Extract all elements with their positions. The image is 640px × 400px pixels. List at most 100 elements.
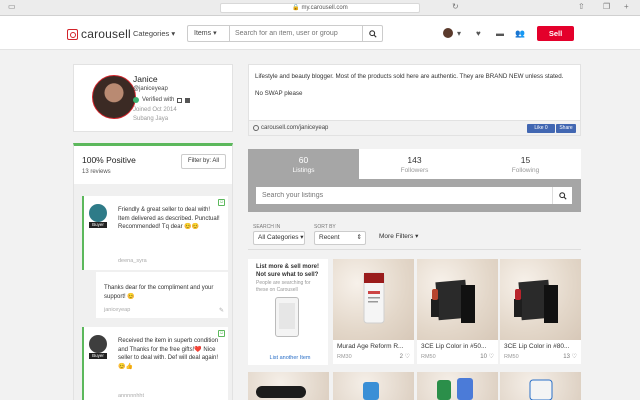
sidebar-toggle-icon[interactable]: ▭ — [8, 2, 16, 11]
listing-image[interactable] — [417, 259, 498, 340]
listing-likes[interactable]: 10 ♡ — [480, 353, 494, 360]
sort-label: SORT BY — [314, 224, 336, 230]
listing-search-input[interactable] — [256, 187, 552, 204]
search-scope-label: Items — [194, 30, 212, 37]
reload-icon[interactable]: ↻ — [452, 2, 459, 11]
tab-listings[interactable]: 60 Listings — [248, 149, 359, 179]
more-filters-button[interactable]: More Filters ▾ — [375, 231, 422, 245]
description-text: Lifestyle and beauty blogger. Most of th… — [255, 72, 575, 98]
search-button[interactable] — [362, 26, 382, 41]
listing-search-bar — [248, 179, 581, 212]
categories-dropdown[interactable]: Categories ▾ — [133, 29, 175, 38]
likes-count: 10 — [480, 354, 487, 360]
promo-title: List more & sell more! Not sure what to … — [256, 264, 320, 278]
carousell-logo[interactable]: carousell — [67, 27, 131, 41]
positive-icon: ☺ — [218, 199, 225, 206]
caret-down-icon: ▾ — [171, 29, 176, 38]
listing-price: RM50 — [421, 354, 436, 360]
listing-card[interactable]: 3CE Lip Color in #50... RM50 10 ♡ — [417, 259, 498, 364]
edit-icon[interactable]: ✎ — [219, 307, 224, 314]
search-input[interactable] — [230, 26, 362, 41]
review-count: 13 reviews — [82, 169, 111, 175]
profile-location: Subang Jaya — [133, 116, 169, 122]
profile-avatar — [92, 75, 136, 119]
listing-card[interactable] — [333, 372, 414, 400]
list-another-item-link[interactable]: List another Item — [256, 355, 324, 361]
positive-rating: 100% Positive — [82, 155, 136, 165]
listing-price: RM50 — [504, 354, 519, 360]
tabs-icon[interactable]: ❐ — [603, 2, 610, 11]
url-bar[interactable]: 🔒 my.carousell.com — [220, 3, 420, 13]
listing-image — [256, 386, 306, 398]
search-in-label: SEARCH IN — [253, 224, 281, 230]
app-header: carousell Categories ▾ Items ▾ ▾ ♥ ▬ 👥 S… — [0, 16, 640, 50]
reviewer-avatar[interactable] — [89, 204, 107, 222]
description-line: No SWAP please — [255, 90, 303, 97]
search-icon — [368, 29, 377, 38]
check-circle-icon — [133, 97, 139, 103]
listing-title: Murad Age Reform R... — [337, 343, 404, 350]
listing-title: 3CE Lip Color in #50... — [421, 343, 487, 350]
listing-title: 3CE Lip Color in #80... — [504, 343, 570, 350]
lipstick-image — [514, 279, 558, 323]
review-reply: Thanks dear for the compliment and your … — [96, 272, 228, 318]
heart-outline-icon: ♡ — [404, 354, 410, 360]
tab-label: Following — [511, 167, 540, 174]
listing-card[interactable] — [500, 372, 581, 400]
profile-link[interactable]: carousell.com/janiceyeap — [261, 125, 328, 131]
search-scope-dropdown[interactable]: Items ▾ — [188, 26, 230, 41]
share-icon[interactable]: ⇧ — [578, 2, 585, 11]
caret-down-icon: ▾ — [213, 30, 217, 37]
facebook-like-button[interactable]: Like 0 — [527, 124, 555, 133]
listing-card[interactable] — [417, 372, 498, 400]
listing-card[interactable]: 3CE Lip Color in #80... RM50 13 ♡ — [500, 259, 581, 364]
groups-icon[interactable]: 👥 — [515, 29, 525, 38]
profile-name: Janice — [133, 74, 158, 84]
heart-icon[interactable]: ♥ — [476, 29, 481, 38]
global-search: Items ▾ — [187, 25, 383, 42]
email-icon — [177, 97, 183, 103]
listing-search-button[interactable] — [552, 187, 572, 204]
profile-joined: Joined Oct 2014 — [133, 107, 177, 113]
buyer-badge: Buyer — [89, 222, 107, 228]
reply-text: Thanks dear for the compliment and your … — [104, 285, 214, 300]
caret-down-icon[interactable]: ▾ — [457, 29, 461, 38]
new-tab-icon[interactable]: + — [624, 2, 629, 11]
listing-image[interactable] — [333, 259, 414, 340]
reviewer-name[interactable]: annnnnhht — [118, 393, 144, 399]
filter-dropdown[interactable]: Filter by: All — [181, 154, 226, 169]
search-in-dropdown[interactable]: All Categories ▾ — [253, 231, 305, 245]
list-more-promo: List more & sell more! Not sure what to … — [248, 259, 328, 365]
review-list: ☺ Buyer Friendly & great seller to deal … — [74, 184, 232, 400]
listing-card[interactable] — [248, 372, 329, 400]
replier-name[interactable]: janiceyeap — [104, 307, 130, 313]
description-line: Lifestyle and beauty blogger. Most of th… — [255, 73, 564, 80]
sell-button[interactable]: Sell — [537, 26, 574, 41]
tab-following[interactable]: 15 Following — [470, 149, 581, 179]
listing-image — [363, 382, 379, 400]
listing-likes[interactable]: 13 ♡ — [563, 353, 577, 360]
caret-down-icon: ▾ — [413, 233, 419, 240]
likes-count: 13 — [563, 354, 570, 360]
review-text: Friendly & great seller to deal with! It… — [118, 207, 220, 230]
verified-label: Verified with — [142, 97, 175, 103]
listing-likes[interactable]: 2 ♡ — [400, 353, 410, 360]
review-item: ☺ Buyer Received the item in superb cond… — [82, 327, 228, 400]
sort-dropdown[interactable]: Recent ⇕ — [314, 231, 366, 245]
reviewer-avatar[interactable] — [89, 335, 107, 353]
reviewer-name[interactable]: deena_syra — [118, 258, 147, 264]
listing-image[interactable] — [500, 259, 581, 340]
tab-count: 15 — [520, 155, 531, 165]
url-text: my.carousell.com — [301, 5, 348, 11]
tab-label: Listings — [292, 167, 315, 174]
phone-icon — [275, 297, 299, 337]
search-in-value: All Categories — [258, 234, 299, 241]
tab-followers[interactable]: 143 Followers — [359, 149, 470, 179]
user-avatar[interactable] — [443, 28, 453, 38]
cream-tube-image — [363, 272, 385, 324]
filter-divider — [248, 249, 581, 250]
facebook-share-button[interactable]: Share — [556, 124, 576, 133]
chat-icon[interactable]: ▬ — [496, 29, 504, 38]
listing-card[interactable]: Murad Age Reform R... RM30 2 ♡ — [333, 259, 414, 364]
buyer-badge: Buyer — [89, 353, 107, 359]
